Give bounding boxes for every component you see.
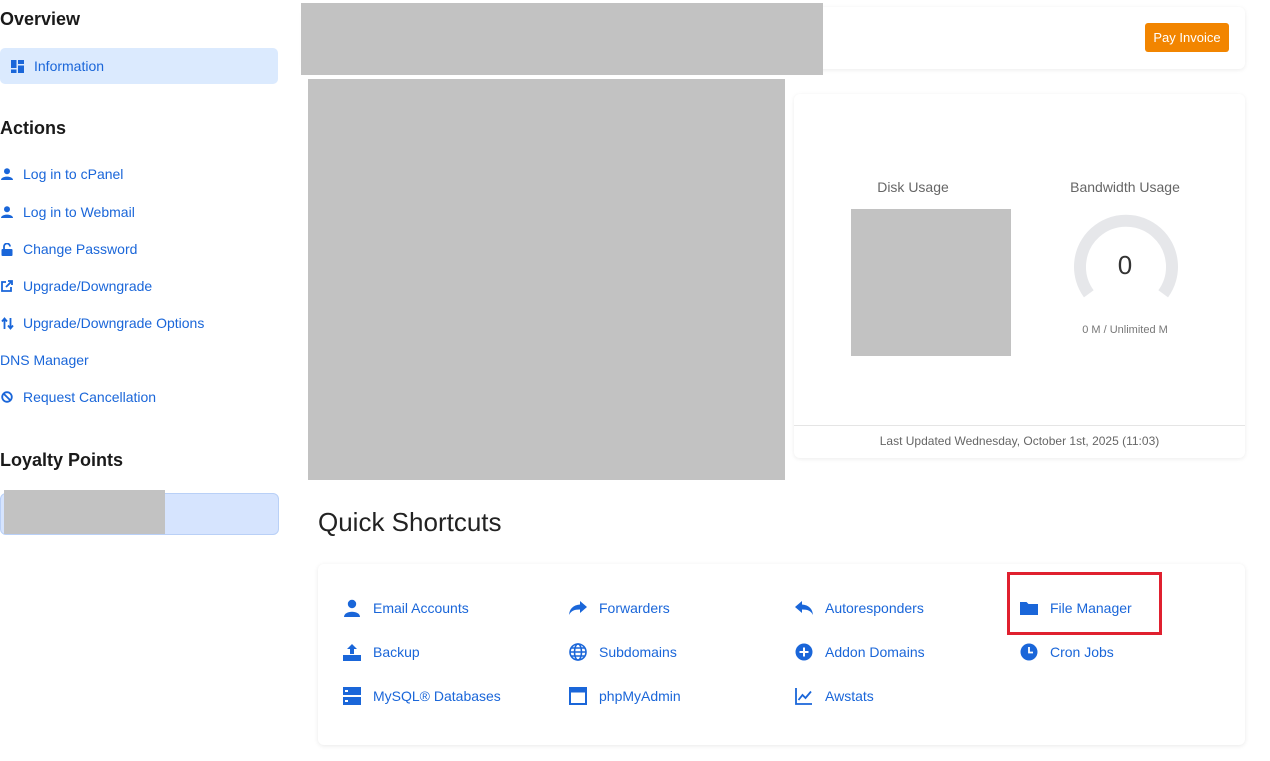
action-label: Upgrade/Downgrade	[23, 278, 153, 294]
shortcut-label: Forwarders	[599, 600, 670, 616]
sidebar-item-label: Information	[34, 58, 105, 74]
user-icon	[0, 205, 14, 219]
redacted-block	[851, 209, 1011, 356]
action-label: DNS Manager	[0, 352, 89, 368]
shortcut-label: Cron Jobs	[1050, 644, 1114, 660]
share-arrow-icon	[568, 598, 588, 618]
server-icon	[342, 686, 362, 706]
plus-circle-icon	[794, 642, 814, 662]
action-label: Log in to Webmail	[23, 204, 135, 220]
loyalty-points-heading: Loyalty Points	[0, 450, 124, 470]
browser-window-icon	[568, 686, 588, 706]
action-request-cancellation[interactable]: Request Cancellation	[0, 387, 156, 407]
redacted-block	[301, 3, 823, 75]
action-dns-manager[interactable]: DNS Manager	[0, 350, 89, 370]
user-icon	[342, 598, 362, 618]
quick-shortcuts-title: Quick Shortcuts	[318, 507, 502, 537]
shortcut-label: phpMyAdmin	[599, 688, 681, 704]
action-label: Log in to cPanel	[23, 166, 124, 182]
redacted-block	[4, 490, 165, 534]
shortcut-backup[interactable]: Backup	[342, 641, 420, 663]
shortcut-label: Autoresponders	[825, 600, 924, 616]
globe-icon	[568, 642, 588, 662]
sort-arrows-icon	[0, 316, 14, 330]
shortcut-mysql-databases[interactable]: MySQL® Databases	[342, 685, 501, 707]
dashboard-icon	[11, 59, 24, 73]
last-updated-text: Last Updated Wednesday, October 1st, 202…	[879, 434, 1160, 448]
shortcut-label: MySQL® Databases	[373, 688, 501, 704]
divider	[794, 425, 1245, 426]
action-login-cpanel[interactable]: Log in to cPanel	[0, 164, 123, 184]
action-label: Upgrade/Downgrade Options	[23, 315, 205, 331]
pay-invoice-button[interactable]: Pay Invoice	[1145, 23, 1229, 52]
action-upgrade-downgrade[interactable]: Upgrade/Downgrade	[0, 276, 152, 296]
unlock-icon	[0, 242, 14, 256]
action-label: Change Password	[23, 241, 138, 257]
shortcut-label: Email Accounts	[373, 600, 469, 616]
redacted-block	[308, 79, 785, 480]
shortcut-label: Backup	[373, 644, 420, 660]
shortcut-phpmyadmin[interactable]: phpMyAdmin	[568, 685, 681, 707]
ban-icon	[0, 390, 14, 404]
action-label: Request Cancellation	[23, 389, 157, 405]
action-change-password[interactable]: Change Password	[0, 239, 137, 259]
actions-heading: Actions	[0, 118, 67, 138]
disk-usage-title: Disk Usage	[877, 179, 949, 195]
shortcut-email-accounts[interactable]: Email Accounts	[342, 597, 469, 619]
external-link-icon	[0, 279, 14, 293]
shortcut-addon-domains[interactable]: Addon Domains	[794, 641, 925, 663]
highlight-box	[1007, 572, 1162, 635]
shortcut-label: Addon Domains	[825, 644, 925, 660]
shortcut-autoresponders[interactable]: Autoresponders	[794, 597, 924, 619]
bandwidth-gauge-subtext: 0 M / Unlimited M	[1082, 324, 1168, 336]
shortcut-awstats[interactable]: Awstats	[794, 685, 874, 707]
shortcut-cron-jobs[interactable]: Cron Jobs	[1019, 641, 1114, 663]
shortcut-forwarders[interactable]: Forwarders	[568, 597, 670, 619]
user-icon	[0, 167, 14, 181]
shortcut-label: Awstats	[825, 688, 874, 704]
sidebar-item-information[interactable]: Information	[0, 48, 278, 84]
action-upgrade-downgrade-options[interactable]: Upgrade/Downgrade Options	[0, 313, 204, 333]
action-login-webmail[interactable]: Log in to Webmail	[0, 202, 135, 222]
bandwidth-usage-title: Bandwidth Usage	[1070, 179, 1180, 195]
bandwidth-gauge-value: 0	[1117, 250, 1133, 280]
shortcut-subdomains[interactable]: Subdomains	[568, 641, 677, 663]
reply-arrow-icon	[794, 598, 814, 618]
overview-heading: Overview	[0, 9, 81, 29]
line-chart-icon	[794, 686, 814, 706]
clock-icon	[1019, 642, 1039, 662]
upload-tray-icon	[342, 642, 362, 662]
shortcut-label: Subdomains	[599, 644, 677, 660]
